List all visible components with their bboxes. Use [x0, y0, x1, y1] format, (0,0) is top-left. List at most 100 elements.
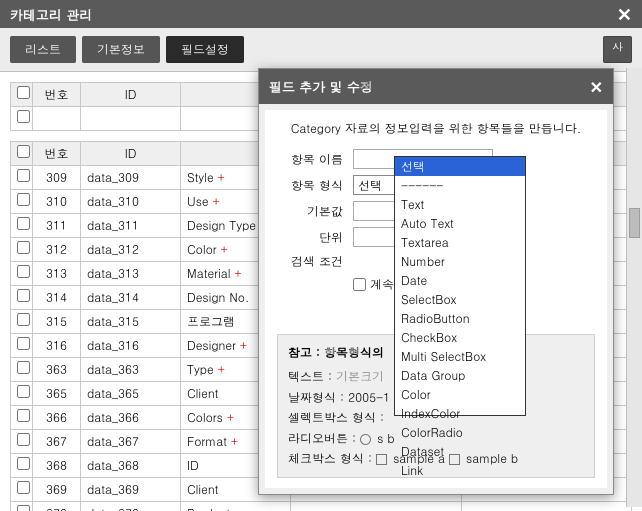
row-checkbox[interactable]	[17, 241, 30, 254]
cell-id: data_367	[81, 430, 181, 454]
row-checkbox[interactable]	[17, 385, 30, 398]
cell-no: 314	[33, 286, 81, 310]
item-type-dropdown[interactable]: 선택------TextAuto TextTextareaNumberDateS…	[394, 156, 526, 416]
row-checkbox[interactable]	[17, 313, 30, 326]
select-item-type-value: 선택	[358, 177, 382, 194]
tab-basic[interactable]: 기본정보	[82, 36, 160, 63]
cell-id: data_316	[81, 334, 181, 358]
tab-row: 리스트 기본정보 필드설정 사	[0, 28, 642, 72]
select-all-upper[interactable]	[17, 86, 30, 99]
row-checkbox[interactable]	[17, 457, 30, 470]
row-checkbox[interactable]	[17, 481, 30, 494]
cell-id: data_365	[81, 382, 181, 406]
modal-titlebar: 필드 추가 및 수정 ✕	[259, 69, 613, 104]
cell-id: data_311	[81, 214, 181, 238]
row-checkbox[interactable]	[17, 361, 30, 374]
dropdown-option[interactable]: IndexColor	[395, 404, 525, 423]
dropdown-option[interactable]: Data Group	[395, 366, 525, 385]
cell-id: data_369	[81, 478, 181, 502]
cell-no: 311	[33, 214, 81, 238]
window-close-icon[interactable]: ✕	[617, 2, 632, 27]
cell-id: data_309	[81, 166, 181, 190]
note-l4c: b	[387, 430, 394, 447]
label-default: 기본값	[277, 203, 353, 220]
modal-desc: Category 자료의 정보입력을 위한 항목들을 만듭니다.	[277, 120, 595, 137]
cell-no: 310	[33, 190, 81, 214]
cell-no: 368	[33, 454, 81, 478]
row-checkbox[interactable]	[17, 289, 30, 302]
dropdown-option[interactable]: Link	[395, 461, 525, 480]
cell-label: Products	[181, 502, 291, 511]
dropdown-option[interactable]: Textarea	[395, 233, 525, 252]
cell-id: data_312	[81, 238, 181, 262]
cell-id: data_314	[81, 286, 181, 310]
label-cond: 검색 조건	[277, 253, 353, 270]
cell-id: data_370	[81, 502, 181, 511]
dropdown-option[interactable]: Auto Text	[395, 214, 525, 233]
dropdown-option[interactable]: SelectBox	[395, 290, 525, 309]
dropdown-option[interactable]: Dataset	[395, 442, 525, 461]
note-l5a: 체크박스 형식 :	[288, 450, 376, 467]
modal-close-icon[interactable]: ✕	[590, 75, 603, 98]
label-unit: 단위	[277, 229, 353, 246]
row-checkbox[interactable]	[17, 505, 30, 511]
scrollbar-thumb[interactable]	[629, 208, 640, 238]
note-l4b: s	[373, 430, 383, 447]
dropdown-option[interactable]: RadioButton	[395, 309, 525, 328]
cell-no: 309	[33, 166, 81, 190]
dropdown-option[interactable]: Color	[395, 385, 525, 404]
cell-no	[33, 107, 81, 131]
cell-id: data_313	[81, 262, 181, 286]
row-checkbox[interactable]	[17, 193, 30, 206]
dropdown-option[interactable]: 선택	[395, 157, 525, 176]
cell-no: 315	[33, 310, 81, 334]
cell-no: 366	[33, 406, 81, 430]
scrollbar[interactable]	[626, 68, 642, 507]
cell-no: 312	[33, 238, 81, 262]
label-item-type: 항목 형식	[277, 177, 353, 194]
dropdown-option[interactable]: Text	[395, 195, 525, 214]
cell-rest	[461, 502, 632, 511]
cell-id: data_315	[81, 310, 181, 334]
cell-no: 370	[33, 502, 81, 511]
cell-no: 367	[33, 430, 81, 454]
cell-id: data_368	[81, 454, 181, 478]
cell-id: data_366	[81, 406, 181, 430]
dropdown-option[interactable]: Multi SelectBox	[395, 347, 525, 366]
row-checkbox[interactable]	[17, 110, 30, 123]
label-item-name: 항목 이름	[277, 151, 353, 168]
dropdown-option[interactable]: ColorRadio	[395, 423, 525, 442]
col-id-header: ID	[81, 83, 181, 107]
copy-button[interactable]: 사	[603, 36, 632, 63]
dropdown-option[interactable]: CheckBox	[395, 328, 525, 347]
note-l4a: 라디오버튼 :	[288, 430, 360, 447]
checkbox-continue[interactable]	[353, 278, 366, 291]
row-checkbox[interactable]	[17, 337, 30, 350]
dropdown-option[interactable]: ------	[395, 176, 525, 195]
row-checkbox[interactable]	[17, 265, 30, 278]
select-all-main[interactable]	[17, 145, 30, 158]
cell-id	[81, 107, 181, 131]
note-l1a: 텍스트 :	[288, 368, 336, 385]
cell-no: 313	[33, 262, 81, 286]
checkbox-icon	[376, 454, 387, 465]
row-checkbox[interactable]	[17, 433, 30, 446]
dropdown-option[interactable]: Date	[395, 271, 525, 290]
col-no-header: 번호	[33, 83, 81, 107]
tab-list[interactable]: 리스트	[10, 36, 76, 63]
note-l1b: 기본크기	[336, 368, 384, 385]
cell-id: data_310	[81, 190, 181, 214]
row-checkbox[interactable]	[17, 169, 30, 182]
cell-id: data_363	[81, 358, 181, 382]
col-no-header: 번호	[33, 142, 81, 166]
table-row[interactable]: 370data_370Products	[11, 502, 632, 511]
cell-no: 316	[33, 334, 81, 358]
tab-field[interactable]: 필드설정	[166, 36, 244, 63]
row-checkbox[interactable]	[17, 217, 30, 230]
modal-title: 필드 추가 및 수정	[269, 77, 373, 96]
cell-no: 363	[33, 358, 81, 382]
row-checkbox[interactable]	[17, 409, 30, 422]
radio-icon	[360, 434, 371, 445]
dropdown-option[interactable]: Number	[395, 252, 525, 271]
window-title: 카테고리 관리	[10, 5, 92, 24]
